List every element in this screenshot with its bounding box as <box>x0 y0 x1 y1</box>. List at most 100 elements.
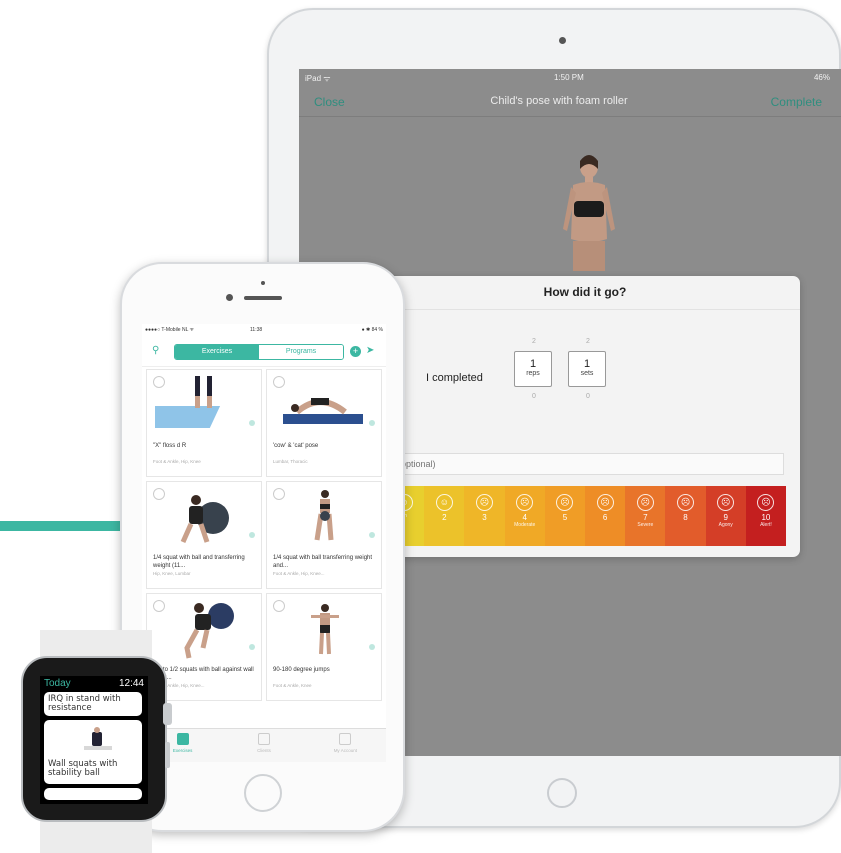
watch-digital-crown[interactable] <box>163 703 172 725</box>
pain-level-label: Agony <box>718 522 733 528</box>
pain-level-9-button[interactable]: ☹ 9 Agony <box>705 486 746 546</box>
watch-exercise-item[interactable] <box>44 788 142 800</box>
pain-scale: ☺an☺2☹3☹4Moderate☹5☹6☹7Severe☹8☹9Agony☹1… <box>384 486 787 546</box>
reps-box[interactable]: 1 reps <box>514 351 552 387</box>
sets-box[interactable]: 1 sets <box>568 351 606 387</box>
exercise-name: "X" floss d R <box>153 443 187 449</box>
pain-level-6-button[interactable]: ☹ 6 <box>585 486 626 546</box>
exercise-thumbnail-icon <box>155 376 221 428</box>
ipad-home-button[interactable] <box>547 778 577 808</box>
pain-level-number: 3 <box>482 513 487 522</box>
iphone-speaker <box>244 296 282 300</box>
sets-unit: sets <box>580 370 594 377</box>
exercise-card[interactable]: 'cow' & 'cat' pose Lumbar, Thoracic <box>266 369 382 477</box>
segment-programs[interactable]: Programs <box>259 345 343 359</box>
pain-level-10-button[interactable]: ☹ 10 Alert! <box>745 486 787 546</box>
exercise-title: Child's pose with foam roller <box>490 95 628 107</box>
reps-picker[interactable]: 2 1 reps 0 <box>514 338 554 400</box>
iphone-carrier: ●●●●○ T-Mobile NL ᯤ <box>145 327 195 333</box>
apple-watch: Today 12:44 IRQ in stand with resistance… <box>21 656 167 822</box>
tab-my-account[interactable]: My Account <box>305 729 386 762</box>
select-checkbox[interactable] <box>273 376 285 388</box>
tab-icon <box>339 733 352 745</box>
complete-button[interactable]: Complete <box>771 95 822 109</box>
search-icon[interactable]: ⚲ <box>152 345 162 356</box>
modal-title: How did it go? <box>370 276 800 310</box>
face-icon: ☹ <box>677 494 695 511</box>
info-dot-icon[interactable] <box>369 644 375 650</box>
pain-level-2-button[interactable]: ☺ 2 <box>424 486 465 546</box>
reps-below-value: 0 <box>532 393 536 400</box>
watch-exercise-item[interactable]: IRQ in stand with resistance <box>44 692 142 716</box>
pain-level-3-button[interactable]: ☹ 3 <box>464 486 505 546</box>
face-icon: ☹ <box>636 494 654 511</box>
info-dot-icon[interactable] <box>249 420 255 426</box>
exercise-tags: Foot & Ankle, Hip, Knee... <box>273 571 325 576</box>
watch-exercise-name: IRQ in stand with resistance <box>48 694 121 713</box>
pain-level-8-button[interactable]: ☹ 8 <box>665 486 706 546</box>
sets-picker[interactable]: 2 1 sets 0 <box>568 338 608 400</box>
tab-clients[interactable]: Clients <box>223 729 304 762</box>
exercise-thumbnail-icon <box>180 495 229 544</box>
sets-below-value: 0 <box>586 393 590 400</box>
add-icon[interactable]: + <box>350 346 361 357</box>
tab-label: My Account <box>333 748 357 753</box>
select-checkbox[interactable] <box>153 376 165 388</box>
reps-unit: reps <box>526 370 540 377</box>
watch-exercise-name: Wall squats with stability ball <box>48 759 118 778</box>
watch-band-top <box>40 630 152 658</box>
info-dot-icon[interactable] <box>249 532 255 538</box>
segment-exercises[interactable]: Exercises <box>175 345 259 359</box>
ipad-camera <box>559 37 566 44</box>
select-checkbox[interactable] <box>273 600 285 612</box>
select-checkbox[interactable] <box>153 600 165 612</box>
pain-level-number: 7 <box>643 513 648 522</box>
ipad-status-bar: iPad ᯤ 1:50 PM 46% <box>299 69 841 86</box>
pain-level-number: 9 <box>723 513 728 522</box>
face-icon: ☹ <box>516 494 534 511</box>
info-dot-icon[interactable] <box>249 644 255 650</box>
exercise-card[interactable]: 90-180 degree jumps Foot & Ankle, Knee <box>266 593 382 701</box>
pain-level-5-button[interactable]: ☹ 5 <box>544 486 586 546</box>
watch-exercise-item[interactable]: Wall squats with stability ball <box>44 720 142 784</box>
face-icon: ☹ <box>476 494 493 511</box>
exercise-thumbnail-icon <box>184 603 234 659</box>
iphone-home-button[interactable] <box>244 774 282 812</box>
exercise-name: 1/4 squat with ball and transferring wei… <box>153 555 245 569</box>
exercise-tags: Foot & Ankle, Knee <box>273 683 312 688</box>
exercise-thumbnail-icon <box>84 727 112 750</box>
exercise-card[interactable]: 1/4 squat with ball transferring weight … <box>266 481 382 589</box>
pain-level-label: Alert! <box>760 522 772 528</box>
select-checkbox[interactable] <box>273 488 285 500</box>
info-dot-icon[interactable] <box>369 532 375 538</box>
exercise-card[interactable]: 1/4 squat with ball and transferring wei… <box>146 481 262 589</box>
watch-screen: Today 12:44 IRQ in stand with resistance… <box>40 676 148 804</box>
sets-above-value: 2 <box>586 338 590 345</box>
pain-level-7-button[interactable]: ☹ 7 Severe <box>625 486 666 546</box>
exercise-card[interactable]: "X" floss d R Foot & Ankle, Hip, Knee <box>146 369 262 477</box>
iphone-camera <box>226 294 233 301</box>
exercise-tags: Foot & Ankle, Hip, Knee... <box>153 683 205 688</box>
exercise-tags: Hip, Knee, Lumbar <box>153 571 191 576</box>
exercise-thumbnail-icon <box>311 604 339 655</box>
tab-icon <box>257 733 270 745</box>
iphone-status-bar: ●●●●○ T-Mobile NL ᯤ 11:38 ● ✱ 84 % <box>142 324 386 336</box>
select-checkbox[interactable] <box>153 488 165 500</box>
exercise-name: 1/4 squat with ball transferring weight … <box>273 555 373 569</box>
face-icon: ☹ <box>757 494 775 511</box>
pain-level-number: 2 <box>442 513 447 522</box>
sets-value: 1 <box>583 358 591 370</box>
iphone-screen: ●●●●○ T-Mobile NL ᯤ 11:38 ● ✱ 84 % ⚲ Exe… <box>142 324 386 762</box>
face-icon: ☹ <box>556 494 574 511</box>
pain-level-4-button[interactable]: ☹ 4 Moderate <box>504 486 545 546</box>
watch-side-button[interactable] <box>165 742 170 768</box>
feedback-note-input[interactable] <box>384 453 784 475</box>
tab-icon <box>176 733 189 745</box>
face-icon: ☺ <box>435 494 453 511</box>
exercise-thumbnail-icon <box>283 398 363 424</box>
pain-level-number: 10 <box>761 513 771 522</box>
face-icon: ☹ <box>717 494 735 511</box>
exercise-tags: Lumbar, Thoracic <box>273 459 308 464</box>
info-dot-icon[interactable] <box>369 420 375 426</box>
send-icon[interactable]: ➤ <box>366 345 374 356</box>
